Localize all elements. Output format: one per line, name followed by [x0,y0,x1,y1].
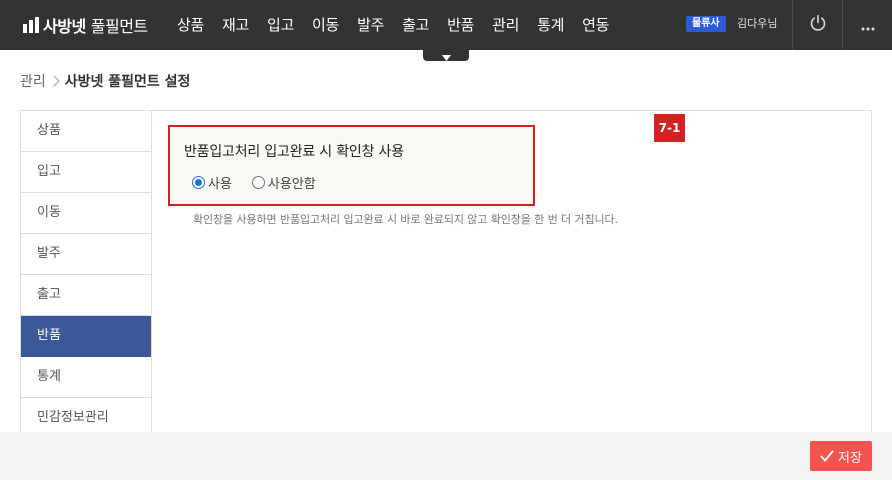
sidebar-item-returns[interactable]: 반품 [21,316,151,357]
setting-title: 반품입고처리 입고완료 시 확인창 사용 [184,144,404,160]
logo-text: 사방넷 풀필먼트 [43,17,148,36]
nav-item-inbound[interactable]: 입고 [258,0,303,50]
nav-item-integration[interactable]: 연동 [573,0,618,50]
radio-group: 사용 사용안함 [192,173,336,192]
breadcrumb: 관리 사방넷 풀필먼트 설정 [20,70,190,92]
caret-down-icon [441,46,451,65]
main-nav: 상품 재고 입고 이동 발주 출고 반품 관리 통계 연동 [168,0,618,50]
sidebar-item-products[interactable]: 상품 [21,111,151,152]
chevron-right-icon [53,75,60,87]
settings-panel: 상품 입고 이동 발주 출고 반품 통계 민감정보관리 7-1 반품입고처리 입… [20,110,872,440]
sidebar-item-inbound[interactable]: 입고 [21,152,151,193]
sidebar-item-outbound[interactable]: 출고 [21,275,151,316]
sidebar-item-statistics[interactable]: 통계 [21,357,151,398]
company-type-badge: 물류사 [686,16,726,32]
radio-use[interactable] [192,176,205,189]
check-icon [820,450,834,462]
top-navigation-bar: 사방넷 풀필먼트 상품 재고 입고 이동 발주 출고 반품 관리 통계 연동 물… [0,0,892,50]
expand-menu-toggle[interactable] [423,50,469,61]
radio-not-use-label[interactable]: 사용안함 [268,173,316,192]
nav-item-management[interactable]: 관리 [483,0,528,50]
save-button-label: 저장 [838,450,862,466]
nav-item-products[interactable]: 상품 [168,0,213,50]
radio-use-label[interactable]: 사용 [208,173,232,192]
setting-help-text: 확인창을 사용하면 반품입고처리 입고완료 시 바로 완료되지 않고 확인창을 … [193,213,618,226]
settings-sidebar: 상품 입고 이동 발주 출고 반품 통계 민감정보관리 [21,111,152,440]
nav-item-outbound[interactable]: 출고 [393,0,438,50]
step-badge: 7-1 [654,114,685,142]
nav-item-returns[interactable]: 반품 [438,0,483,50]
nav-item-purchase-order[interactable]: 발주 [348,0,393,50]
return-confirm-setting: 7-1 반품입고처리 입고완료 시 확인창 사용 사용 사용안함 [168,114,685,206]
nav-item-transfer[interactable]: 이동 [303,0,348,50]
more-horizontal-icon [861,16,875,35]
nav-item-statistics[interactable]: 통계 [528,0,573,50]
footer-bar: 저장 [0,432,892,480]
save-button[interactable]: 저장 [810,441,872,471]
app-logo[interactable]: 사방넷 풀필먼트 [22,13,148,37]
logout-button[interactable] [793,0,842,50]
page-title: 사방넷 풀필먼트 설정 [64,74,191,90]
breadcrumb-root[interactable]: 관리 [20,71,46,91]
nav-item-inventory[interactable]: 재고 [213,0,258,50]
more-menu-button[interactable] [843,0,892,50]
power-icon [809,14,827,36]
logo-mark-icon [22,17,40,33]
radio-not-use[interactable] [251,176,265,189]
sidebar-item-transfer[interactable]: 이동 [21,193,151,234]
user-name[interactable]: 김다우님 [737,16,777,32]
sidebar-item-purchase-order[interactable]: 발주 [21,234,151,275]
